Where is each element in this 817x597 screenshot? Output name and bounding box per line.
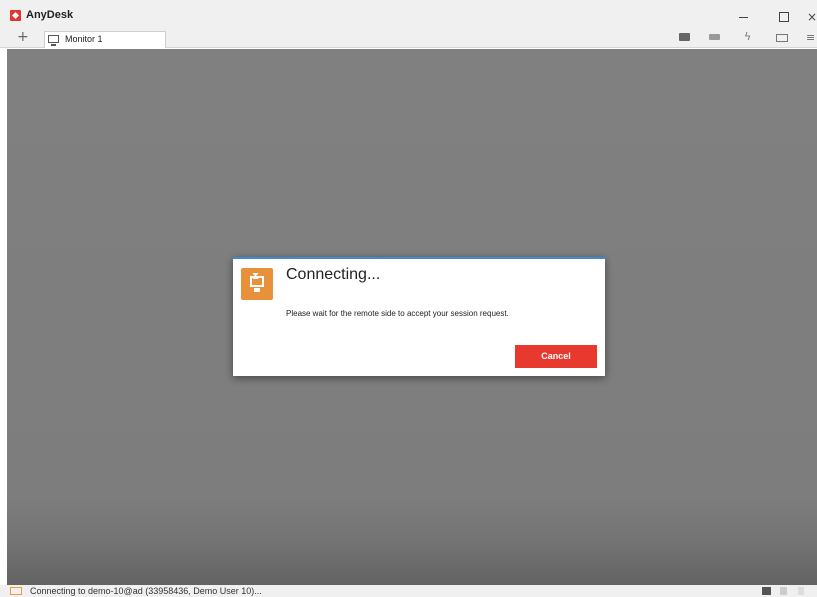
status-bar: Connecting to demo-10@ad (33958436, Demo… <box>0 585 817 597</box>
title-bar: AnyDesk × <box>0 0 817 28</box>
anydesk-logo-icon <box>10 10 21 21</box>
maximize-button[interactable] <box>777 10 791 24</box>
bolt-icon[interactable]: ϟ <box>744 30 756 43</box>
add-tab-button[interactable]: + <box>17 29 29 45</box>
minimize-button[interactable] <box>737 10 751 24</box>
chat-icon[interactable] <box>679 33 690 41</box>
dialog-title: Connecting... <box>286 266 381 283</box>
hourglass-monitor-icon: ⧗ <box>241 268 273 300</box>
hourglass-icon: ⧗ <box>252 271 260 282</box>
tab-bar: + Monitor 1 ϟ ≡ <box>0 28 817 48</box>
status-monitor-icon <box>10 587 22 595</box>
lock-icon[interactable] <box>780 587 787 595</box>
menu-icon[interactable]: ≡ <box>806 31 817 44</box>
dialog-message: Please wait for the remote side to accep… <box>286 309 509 318</box>
recording-icon[interactable] <box>762 587 771 595</box>
connecting-dialog: ⧗ Connecting... Please wait for the remo… <box>233 257 605 376</box>
close-button[interactable]: × <box>805 10 817 24</box>
tab-monitor-1[interactable] <box>44 31 166 48</box>
monitor-icon <box>48 35 59 46</box>
cancel-button[interactable]: Cancel <box>515 345 597 368</box>
other-icon[interactable] <box>798 587 804 595</box>
status-text: Connecting to demo-10@ad (33958436, Demo… <box>30 586 262 596</box>
keyboard-icon[interactable] <box>709 34 720 40</box>
display-icon[interactable] <box>776 34 788 42</box>
tab-label: Monitor 1 <box>65 34 103 44</box>
app-title: AnyDesk <box>26 9 74 21</box>
